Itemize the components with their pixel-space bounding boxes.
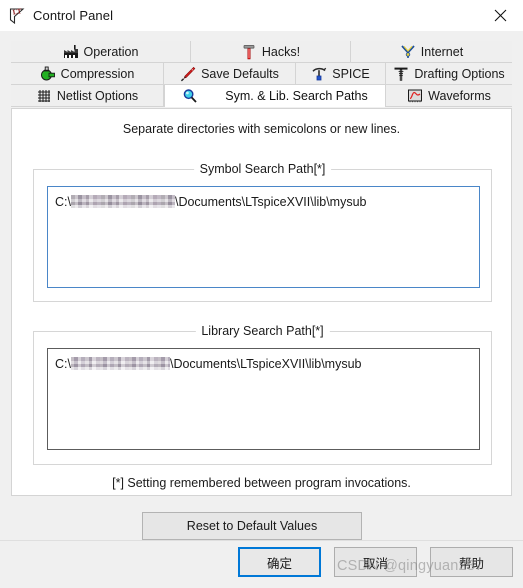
- dialog-body: Operation Hacks! Internet Compression Sa…: [0, 31, 523, 540]
- t-square-icon: [393, 66, 409, 82]
- tab-operation-label: Operation: [83, 44, 139, 59]
- symbol-path-suffix: \Documents\LTspiceXVII\lib\mysub: [174, 195, 367, 209]
- tab-row-2: Compression Save Defaults SPICE Drafting…: [11, 63, 512, 85]
- redacted-username-block: [70, 195, 175, 208]
- reset-to-default-values-button[interactable]: Reset to Default Values: [142, 512, 362, 540]
- red-pen-icon: [180, 66, 196, 82]
- compressor-icon: [40, 66, 56, 82]
- tab-drafting-options-label: Drafting Options: [414, 66, 505, 81]
- symbol-search-path-group: Symbol Search Path[*] C:\ \Documents\LTs…: [33, 162, 492, 302]
- pickaxe-icon: [311, 66, 327, 82]
- title-bar: LT Control Panel: [0, 0, 523, 31]
- svg-text:LT: LT: [12, 7, 22, 16]
- tab-compression[interactable]: Compression: [11, 63, 164, 85]
- close-icon[interactable]: [478, 0, 523, 31]
- library-search-path-group: Library Search Path[*] C:\ \Documents\LT…: [33, 324, 492, 465]
- tab-internet-label: Internet: [420, 44, 464, 59]
- dialog-footer: 确定 取消 帮助: [0, 540, 523, 588]
- library-path-prefix: C:\: [55, 357, 71, 371]
- tab-row-3: Netlist Options Sym. & Lib. Search Paths: [11, 85, 512, 107]
- redacted-username-block: [70, 357, 170, 370]
- tab-row-1: Operation Hacks! Internet: [11, 41, 512, 63]
- tab-compression-label: Compression: [60, 66, 135, 81]
- symbol-search-path-value: C:\ \Documents\LTspiceXVII\lib\mysub: [55, 193, 472, 210]
- library-search-path-value: C:\ \Documents\LTspiceXVII\lib\mysub: [55, 355, 472, 372]
- tab-page-sym-lib-search-paths: Separate directories with semicolons or …: [11, 108, 512, 496]
- antenna-icon: [400, 44, 416, 60]
- library-path-suffix: \Documents\LTspiceXVII\lib\mysub: [169, 357, 362, 371]
- symbol-search-path-input[interactable]: C:\ \Documents\LTspiceXVII\lib\mysub: [47, 186, 480, 288]
- magnifier-icon: [182, 88, 198, 104]
- tab-netlist-options[interactable]: Netlist Options: [11, 85, 164, 107]
- tab-spice[interactable]: SPICE: [296, 63, 386, 85]
- tab-waveforms-label: Waveforms: [428, 88, 491, 103]
- tab-internet[interactable]: Internet: [351, 41, 512, 63]
- symbol-path-prefix: C:\: [55, 195, 71, 209]
- window-title: Control Panel: [33, 8, 114, 23]
- tab-operation[interactable]: Operation: [11, 41, 191, 63]
- factory-icon: [63, 44, 79, 60]
- instruction-text: Separate directories with semicolons or …: [122, 122, 401, 136]
- library-search-path-legend: Library Search Path[*]: [195, 324, 330, 338]
- tab-save-defaults-label: Save Defaults: [201, 66, 279, 81]
- tab-hacks-label: Hacks!: [261, 44, 301, 59]
- library-search-path-input[interactable]: C:\ \Documents\LTspiceXVII\lib\mysub: [47, 348, 480, 450]
- ok-button[interactable]: 确定: [238, 547, 321, 577]
- help-button[interactable]: 帮助: [430, 547, 513, 577]
- tab-hacks[interactable]: Hacks!: [191, 41, 351, 63]
- tab-sym-lib-search-paths[interactable]: Sym. & Lib. Search Paths: [164, 85, 386, 107]
- tab-sym-lib-search-paths-label: Sym. & Lib. Search Paths: [225, 89, 368, 103]
- hammer-icon: [241, 44, 257, 60]
- tab-spice-label: SPICE: [332, 66, 370, 81]
- tab-strip: Operation Hacks! Internet Compression Sa…: [11, 41, 512, 109]
- tab-netlist-options-label: Netlist Options: [56, 88, 139, 103]
- tab-drafting-options[interactable]: Drafting Options: [386, 63, 512, 85]
- grid-icon: [36, 88, 52, 104]
- waveform-chart-icon: [407, 88, 423, 104]
- setting-note: [*] Setting remembered between program i…: [112, 476, 411, 490]
- symbol-search-path-legend: Symbol Search Path[*]: [193, 162, 332, 176]
- tab-waveforms[interactable]: Waveforms: [386, 85, 512, 107]
- tab-save-defaults[interactable]: Save Defaults: [164, 63, 296, 85]
- ltspice-logo-icon: LT: [8, 7, 26, 25]
- cancel-button[interactable]: 取消: [334, 547, 417, 577]
